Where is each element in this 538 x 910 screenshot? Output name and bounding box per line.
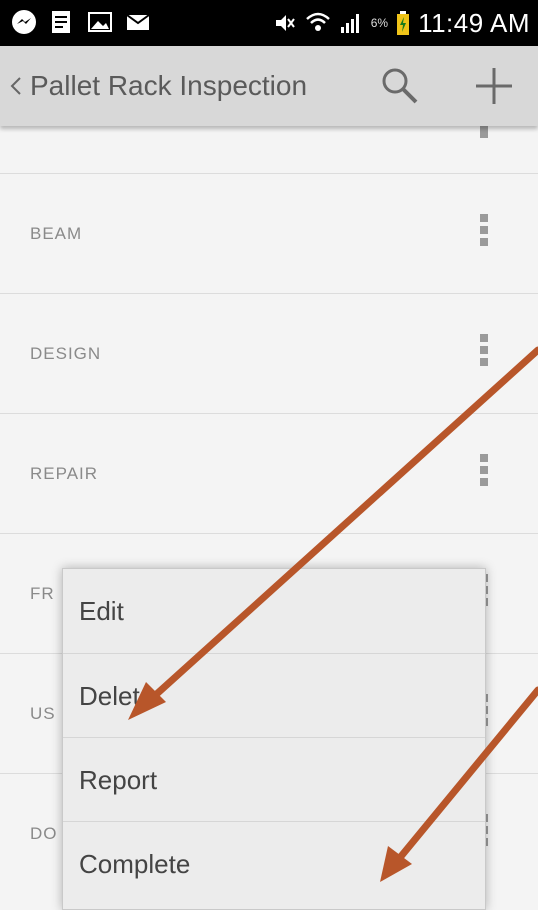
overflow-menu-icon[interactable]	[477, 334, 491, 374]
menu-item-label: Complete	[79, 848, 191, 879]
chevron-left-icon	[10, 77, 21, 95]
clock-time: 11:49 AM	[418, 7, 530, 38]
list-item[interactable]: REPAIR	[0, 413, 538, 534]
overflow-menu-icon[interactable]	[477, 454, 491, 494]
notification-icons	[10, 8, 152, 36]
list-item-label: DESIGN	[30, 344, 102, 363]
messenger-icon	[10, 8, 38, 36]
plus-icon	[476, 68, 512, 104]
menu-item-label: Edit	[79, 595, 124, 626]
system-status: 6% 11:49 AM	[273, 0, 530, 46]
list-item-label: BEAM	[30, 224, 83, 243]
list-item-label: US	[30, 704, 56, 723]
list-item-label: DO	[30, 824, 58, 843]
menu-item-label: Report	[79, 764, 158, 795]
document-icon	[48, 8, 76, 36]
email-icon	[124, 8, 152, 36]
list-item-label: REPAIR	[30, 464, 99, 483]
menu-item-edit[interactable]: Edit	[63, 569, 485, 653]
action-bar: Pallet Rack Inspection	[0, 46, 538, 126]
menu-item-complete[interactable]: Complete	[63, 821, 485, 906]
list-item[interactable]: DESIGN	[0, 293, 538, 414]
wifi-icon	[305, 12, 330, 31]
list-item-label: FR	[30, 584, 55, 603]
list-item[interactable]: BEAM	[0, 173, 538, 294]
signal-icon	[340, 14, 359, 33]
menu-item-label: Delete	[79, 680, 155, 711]
page-title: Pallet Rack Inspection	[30, 70, 308, 101]
battery-percent: 6%	[370, 16, 389, 30]
battery-charging-icon	[397, 11, 410, 35]
search-button[interactable]	[378, 64, 422, 108]
status-bar: 6% 11:49 AM	[0, 0, 538, 46]
menu-item-delete[interactable]: Delete	[63, 653, 485, 738]
search-icon	[382, 68, 418, 104]
context-menu: Edit Delete Report Complete	[62, 568, 486, 910]
image-icon	[86, 8, 114, 36]
menu-item-report[interactable]: Report	[63, 737, 485, 822]
mute-icon	[275, 15, 295, 31]
overflow-menu-icon[interactable]	[477, 214, 491, 254]
add-button[interactable]	[470, 62, 518, 110]
overflow-menu-icon-partial	[480, 126, 488, 138]
back-button[interactable]	[10, 46, 22, 126]
